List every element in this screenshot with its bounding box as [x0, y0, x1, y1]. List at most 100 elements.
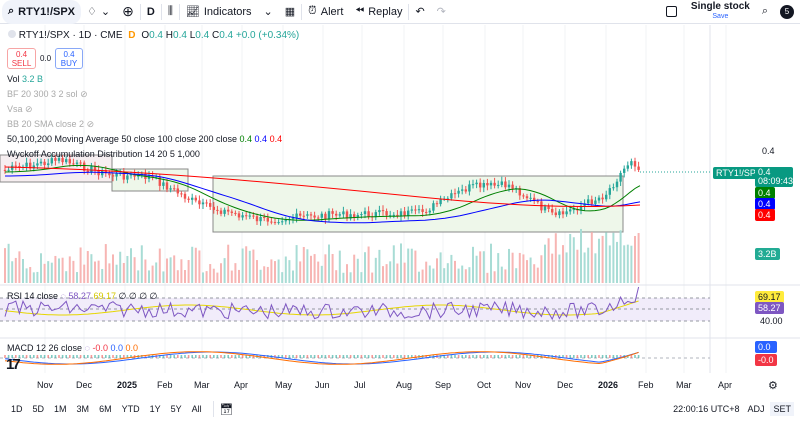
macd-histogram-bar [169, 355, 172, 358]
add-symbol-button[interactable]: ⊕ [116, 0, 140, 24]
volume-bar [310, 255, 312, 283]
candle-body [295, 213, 298, 219]
macd-histogram-bar [187, 355, 190, 358]
candle-body [486, 183, 489, 186]
eye-off-icon[interactable]: ⊘ [80, 89, 88, 99]
tradingview-logo[interactable]: 17 [6, 356, 21, 373]
window-icon [665, 6, 677, 17]
candle-body [331, 211, 334, 214]
settings-icon[interactable]: ⚙ [768, 379, 778, 392]
search-button[interactable]: ⌕ [756, 0, 774, 24]
macd-histogram-bar [569, 355, 571, 358]
macd-hist-axis-label: -0.0 [755, 354, 777, 366]
range-all[interactable]: All [187, 404, 207, 414]
candle-body [90, 166, 93, 173]
volume-bar [119, 251, 122, 283]
volume-bar [14, 257, 17, 283]
bb-legend[interactable]: BB 20 SMA close 2 ⊘ [7, 119, 94, 130]
volume-bar [137, 270, 140, 283]
macd-histogram-bar [295, 355, 298, 358]
sell-price: 0.4 [15, 50, 28, 59]
macd-histogram-bar [497, 355, 499, 358]
candle-body [623, 168, 626, 173]
range-1y[interactable]: 1Y [145, 404, 166, 414]
candle-body [263, 217, 266, 219]
volume-bar [320, 265, 323, 283]
volume-bar [324, 254, 327, 283]
macd-histogram-bar [51, 355, 53, 358]
set-toggle[interactable]: SET [770, 402, 794, 416]
eye-off-icon[interactable]: ⊘ [25, 104, 33, 114]
volume-bar [457, 268, 460, 283]
high-value: 0.4 [173, 30, 187, 41]
candle-body [245, 215, 248, 217]
bar-countdown: 08:09:43 [758, 176, 794, 186]
adj-toggle[interactable]: ADJ [747, 404, 764, 414]
candle-body [219, 210, 223, 214]
volume-bar [583, 252, 586, 283]
volume-bar [108, 263, 111, 283]
macd-histogram-bar [594, 355, 597, 358]
legend-title: RTY1!/SPX · 1D · CME [18, 30, 123, 41]
volume-bar [551, 253, 554, 283]
macd-histogram-bar [216, 355, 219, 358]
range-3m[interactable]: 3M [72, 404, 95, 414]
signal-value: 0.0 [125, 343, 139, 353]
volume-bar [500, 266, 503, 283]
volume-bar [65, 271, 68, 283]
chart-canvas[interactable] [0, 25, 800, 375]
macd-histogram-bar [504, 355, 507, 358]
candle-body [209, 203, 212, 207]
volume-bar [43, 263, 46, 283]
volume-bar [565, 252, 568, 283]
macd-histogram-bar [511, 355, 514, 358]
interval-button[interactable]: D [141, 0, 161, 24]
layouts-button[interactable]: ▦ [279, 0, 301, 24]
volume-bar [396, 263, 399, 283]
volume-bar [274, 261, 276, 283]
macd-histogram-bar [328, 355, 330, 358]
alert-button[interactable]: ⏰︎ Alert [302, 0, 349, 24]
volume-bar [594, 253, 597, 283]
layout-name: Single stock [690, 0, 750, 12]
range-5y[interactable]: 5Y [166, 404, 187, 414]
bf-legend[interactable]: BF 20 300 3 2 sol ⊘ [7, 89, 88, 100]
range-6m[interactable]: 6M [94, 404, 117, 414]
replay-button[interactable]: ⏪︎ Replay [349, 0, 408, 24]
volume-bar [472, 246, 474, 283]
range-ytd[interactable]: YTD [117, 404, 145, 414]
candle-body [360, 214, 363, 216]
candle-body [36, 163, 39, 166]
volume-bar [140, 245, 143, 283]
macd-histogram-bar [54, 355, 57, 358]
candle-body [551, 208, 554, 213]
chart-type-button[interactable]: ⫼ [162, 0, 179, 24]
indicators-button[interactable]: 📈︎ Indicators ⌄ [180, 0, 279, 24]
macd-histogram-bar [112, 355, 114, 358]
clock[interactable]: 22:00:16 UTC+8 [673, 404, 739, 414]
eye-off-icon[interactable]: ⊘ [87, 119, 95, 129]
range-1m[interactable]: 1M [49, 404, 72, 414]
volume-bar [407, 248, 410, 283]
symbol-search[interactable]: ⌕ RTY1!/SPX [2, 0, 82, 24]
alarm-icon: ⏰︎ [308, 5, 317, 17]
macd-histogram-bar [220, 355, 222, 358]
volume-bar [331, 253, 334, 283]
layout-save-button[interactable]: Single stock Save [660, 0, 756, 24]
compare-button[interactable]: ♢ ⌄ [81, 0, 116, 24]
calendar-icon[interactable]: 📅︎ [220, 403, 234, 416]
sell-button[interactable]: 0.4 SELL [7, 48, 36, 69]
range-5d[interactable]: 5D [28, 404, 50, 414]
range-1d[interactable]: 1D [6, 404, 28, 414]
avatar[interactable]: 5 [774, 0, 800, 24]
candle-body [381, 210, 385, 212]
candle-body [367, 211, 370, 217]
candle-body [464, 189, 467, 192]
candle-body [489, 182, 493, 186]
vsa-legend[interactable]: Vsa ⊘ [7, 104, 33, 115]
buy-button[interactable]: 0.4 BUY [55, 48, 83, 69]
redo-button[interactable]: ↷ [431, 0, 452, 24]
volume-bar [558, 254, 561, 283]
undo-button[interactable]: ↶ [409, 0, 430, 24]
macd-value: 0.0 [110, 343, 123, 353]
